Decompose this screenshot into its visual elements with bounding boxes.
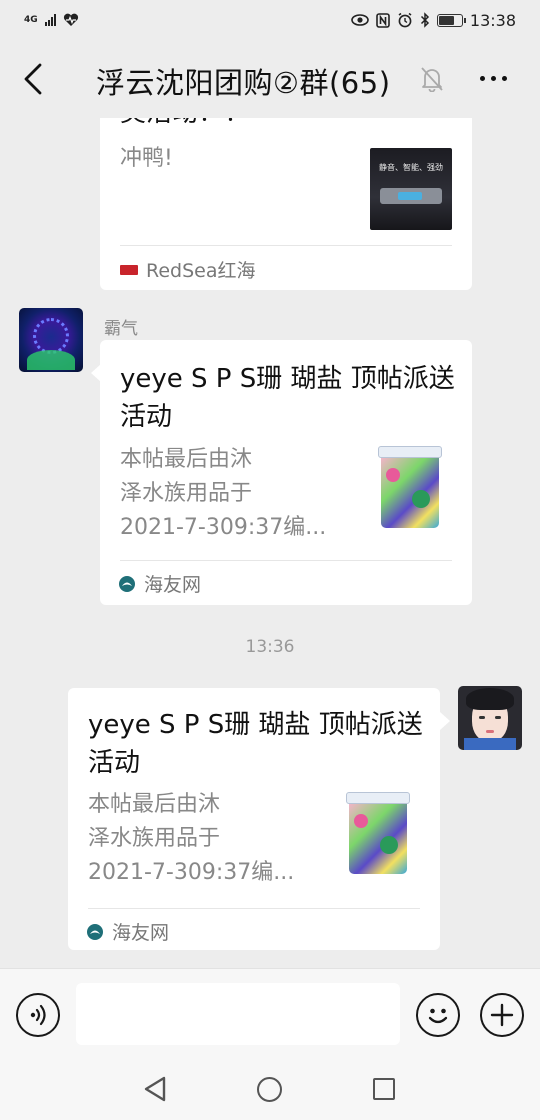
avatar-sender-baqi[interactable]: [19, 308, 83, 372]
signal-icon: [44, 14, 56, 26]
bluetooth-icon: [420, 12, 429, 28]
card-divider: [88, 908, 420, 909]
mute-bell-icon: [421, 67, 443, 92]
salt-bucket-icon: [378, 446, 442, 530]
banner-caption: 静音、智能、强劲: [379, 163, 443, 172]
nav-recent-icon[interactable]: [373, 1078, 395, 1100]
card-divider: [120, 245, 452, 246]
more-icon[interactable]: [480, 76, 507, 81]
heart-rate-icon: [63, 13, 78, 26]
battery-icon: [436, 13, 466, 27]
desc-line-3: 2021-7-309:37编...: [88, 860, 295, 885]
status-left: 4G: [24, 13, 79, 27]
card-title: yeye S P S珊 瑚盐 顶帖派送活动: [88, 710, 423, 778]
status-bar: 4G 13:38: [0, 0, 540, 40]
system-nav-bar: [0, 1060, 540, 1120]
eye-comfort-icon: [351, 14, 369, 26]
message-input[interactable]: [76, 983, 400, 1045]
card-source-label: 海友网: [144, 574, 202, 596]
desc-line-2: 泽水族用品于: [120, 481, 253, 506]
bubble-tail: [440, 712, 450, 730]
salt-bucket-icon: [346, 792, 410, 876]
link-card-yeye-2[interactable]: yeye S P S珊 瑚盐 顶帖派送活动 本帖最后由沐 泽水族用品于 2021…: [68, 688, 440, 950]
desc-line-1: 本帖最后由沐: [88, 792, 221, 817]
card-source-label: 海友网: [112, 922, 170, 944]
battery-fill: [438, 15, 455, 25]
message-timestamp: 13:36: [245, 637, 295, 657]
voice-icon[interactable]: [16, 993, 60, 1037]
input-bar: [0, 968, 540, 1060]
emoji-icon[interactable]: [416, 993, 460, 1037]
redsea-logo-icon: [120, 264, 138, 275]
desc-line-1: 本帖最后由沐: [120, 447, 253, 472]
sender-name: 霸气: [104, 319, 138, 339]
link-card-yeye-1[interactable]: yeye S P S珊 瑚盐 顶帖派送活动 本帖最后由沐 泽水族用品于 2021…: [100, 340, 472, 605]
haiyou-logo-icon: [87, 923, 103, 940]
link-card-redsea[interactable]: 奖活动！！ 冲鸭! 静音、智能、强劲 RedSea红海: [100, 118, 472, 290]
avatar-self[interactable]: [458, 686, 522, 750]
card-source-label: RedSea红海: [146, 260, 256, 282]
status-time: 13:38: [469, 10, 516, 30]
card-source: RedSea红海: [120, 256, 256, 283]
chat-header: 浮云沈阳团购②群(65): [0, 40, 540, 118]
card-title-partial: 奖活动！！: [120, 118, 250, 132]
card-description: 冲鸭!: [120, 146, 173, 171]
card-description: 本帖最后由沐 泽水族用品于 2021-7-309:37编...: [88, 788, 294, 890]
nfc-icon: [376, 12, 390, 28]
nav-back-icon[interactable]: [142, 1075, 168, 1103]
haiyou-logo-icon: [119, 575, 135, 592]
chat-title: 浮云沈阳团购②群(65): [96, 66, 391, 100]
card-title: yeye S P S珊 瑚盐 顶帖派送活动: [120, 364, 455, 432]
chat-area[interactable]: 奖活动！！ 冲鸭! 静音、智能、强劲 RedSea红海 霸气 yeye S P …: [0, 118, 540, 968]
desc-line-2: 泽水族用品于: [88, 826, 221, 851]
network-type: 4G: [24, 14, 38, 25]
alarm-icon: [398, 12, 412, 28]
card-source: 海友网: [118, 570, 201, 597]
back-arrow-icon[interactable]: [20, 62, 46, 96]
plus-icon[interactable]: [480, 993, 524, 1037]
card-source: 海友网: [86, 918, 169, 945]
card-description: 本帖最后由沐 泽水族用品于 2021-7-309:37编...: [120, 443, 326, 545]
desc-line-3: 2021-7-309:37编...: [120, 515, 327, 540]
nav-home-icon[interactable]: [257, 1077, 282, 1102]
card-divider: [120, 560, 452, 561]
product-banner-icon: 静音、智能、强劲: [370, 148, 452, 230]
status-right: 13:38: [351, 11, 516, 30]
